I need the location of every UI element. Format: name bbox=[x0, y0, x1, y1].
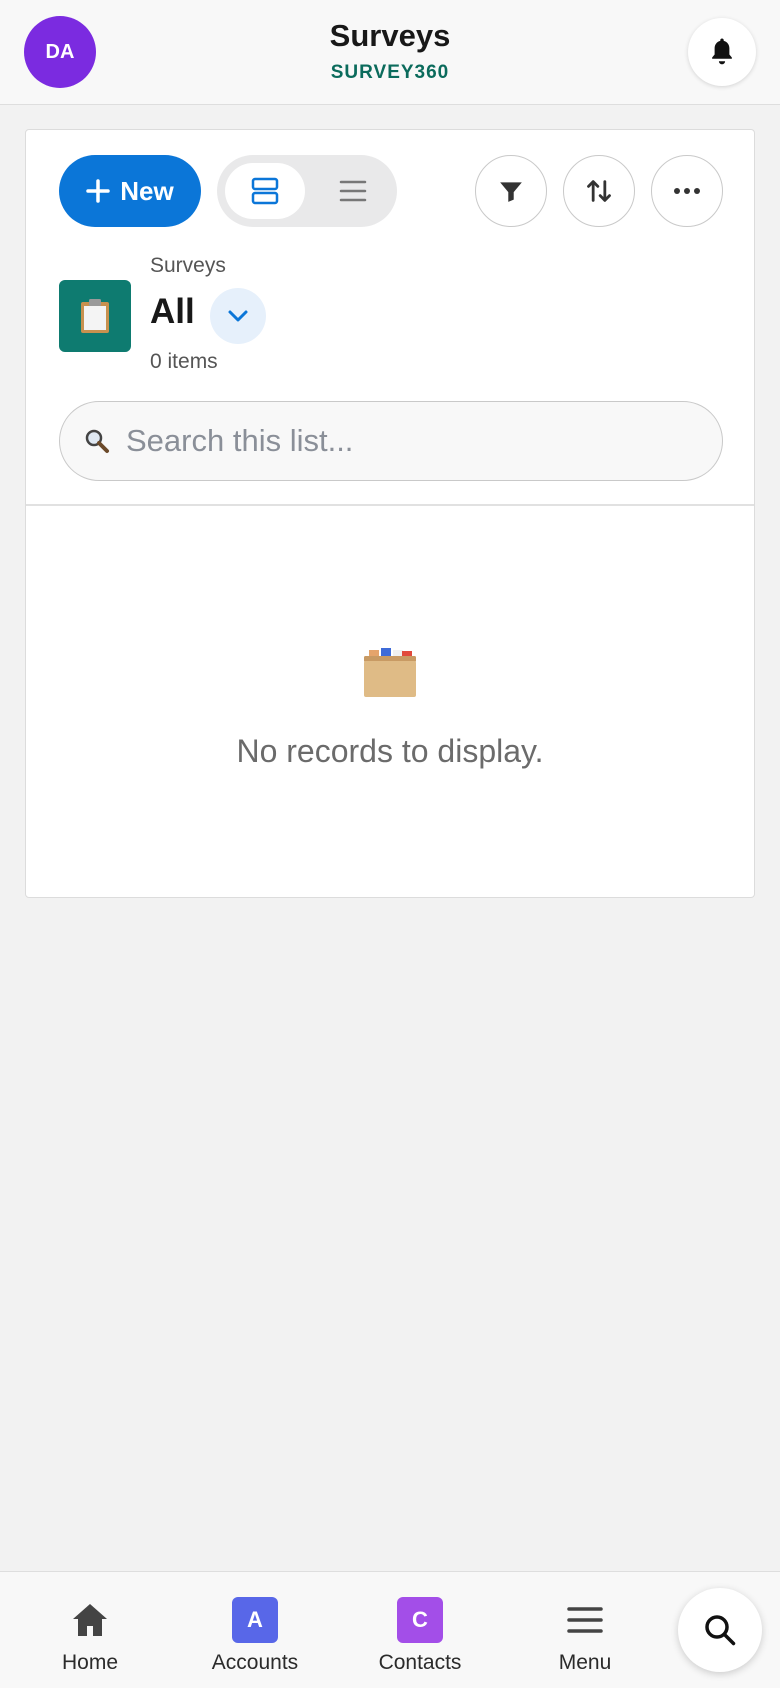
home-icon bbox=[66, 1596, 114, 1644]
nav-home[interactable]: Home bbox=[15, 1572, 165, 1688]
magnifier-icon bbox=[82, 426, 112, 456]
plus-icon bbox=[86, 179, 111, 203]
clipboard-icon bbox=[81, 299, 109, 333]
search-input[interactable] bbox=[126, 423, 686, 459]
nav-home-label: Home bbox=[61, 1651, 119, 1674]
nav-contacts[interactable]: C Contacts bbox=[345, 1572, 495, 1688]
split-view-icon bbox=[251, 177, 279, 205]
object-label: Surveys bbox=[150, 254, 226, 277]
bell-icon bbox=[712, 38, 732, 65]
more-icon bbox=[674, 188, 700, 194]
list-view-picker-button[interactable] bbox=[210, 288, 266, 344]
filter-icon bbox=[500, 182, 522, 202]
divider bbox=[26, 504, 754, 506]
more-actions-button[interactable] bbox=[651, 155, 723, 227]
new-button[interactable]: New bbox=[59, 155, 201, 227]
global-search-button[interactable] bbox=[678, 1588, 762, 1672]
object-icon bbox=[59, 280, 131, 352]
menu-icon bbox=[561, 1596, 609, 1644]
sort-button[interactable] bbox=[563, 155, 635, 227]
list-view-name[interactable]: All bbox=[150, 292, 195, 332]
accounts-tile: A bbox=[232, 1597, 278, 1643]
new-button-label: New bbox=[120, 175, 174, 206]
nav-accounts[interactable]: A Accounts bbox=[180, 1572, 330, 1688]
empty-state-message: No records to display. bbox=[236, 733, 544, 769]
page-title: Surveys bbox=[329, 18, 451, 53]
list-view-button[interactable] bbox=[313, 163, 393, 219]
nav-contacts-label: Contacts bbox=[378, 1651, 462, 1674]
file-box-icon bbox=[364, 648, 416, 697]
contacts-tile: C bbox=[397, 1597, 443, 1643]
accounts-icon: A bbox=[231, 1596, 279, 1644]
nav-accounts-label: Accounts bbox=[211, 1651, 299, 1674]
list-view-card: New Surveys All 0 items Search this list… bbox=[25, 129, 755, 898]
app-name: SURVEY360 bbox=[330, 62, 450, 83]
app-header: DA Surveys SURVEY360 bbox=[0, 0, 780, 105]
search-icon bbox=[705, 1615, 736, 1646]
notifications-button[interactable] bbox=[688, 18, 756, 86]
chevron-down-icon bbox=[228, 310, 248, 322]
sort-icon bbox=[587, 180, 611, 202]
list-view-icon bbox=[339, 180, 367, 202]
split-view-button[interactable] bbox=[225, 163, 305, 219]
nav-menu[interactable]: Menu bbox=[510, 1572, 660, 1688]
search-bar bbox=[59, 401, 723, 481]
nav-menu-label: Menu bbox=[558, 1651, 612, 1674]
bottom-nav: Home A Accounts C Contacts Menu bbox=[0, 1571, 780, 1688]
item-count: 0 items bbox=[150, 350, 218, 373]
filter-button[interactable] bbox=[475, 155, 547, 227]
header-titles: Surveys SURVEY360 bbox=[0, 18, 780, 84]
contacts-icon: C bbox=[396, 1596, 444, 1644]
view-toggle bbox=[217, 155, 397, 227]
